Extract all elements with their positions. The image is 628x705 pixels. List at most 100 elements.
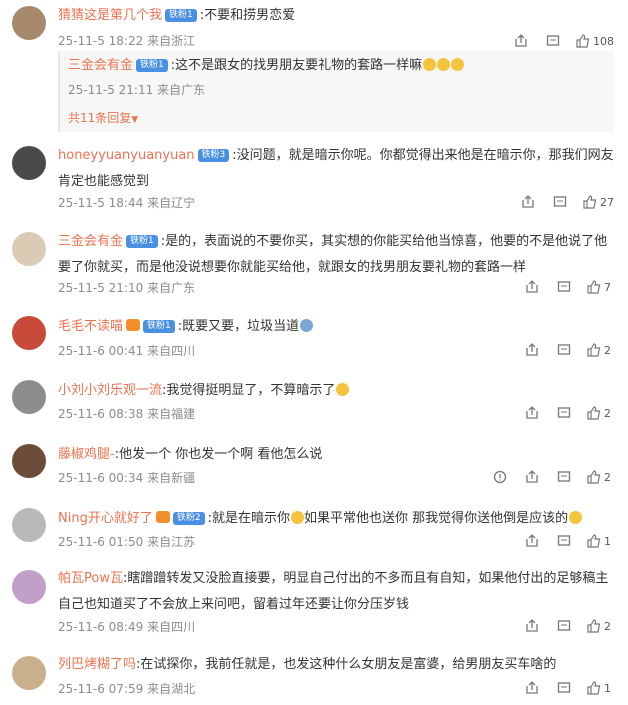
share-icon[interactable]: [519, 277, 545, 297]
reply-location: 来自广东: [157, 83, 206, 97]
comment-icon[interactable]: [551, 277, 577, 297]
fan-badge: 铁粉3: [197, 149, 230, 162]
comment-meta: 25-11-6 08:49 来自四川: [58, 618, 195, 635]
comment-meta: 25-11-5 18:22 来自浙江: [58, 32, 195, 49]
comment-time: 25-11-5 18:22: [58, 34, 144, 48]
like-button[interactable]: 7: [587, 280, 614, 294]
comment-username[interactable]: 猜猜这是第几个我: [58, 8, 162, 23]
comment-text-continued: 如果平常他也送你 那我觉得你送他倒是应该的: [303, 511, 569, 526]
comment-location: 来自湖北: [147, 682, 196, 696]
comment-time: 25-11-6 07:59: [58, 682, 144, 696]
like-button[interactable]: 2: [587, 406, 614, 420]
comment-time: 25-11-5 18:44: [58, 196, 144, 210]
comment-text: :他发一个 你也发一个啊 看他怎么说: [114, 447, 323, 462]
emoji-icon: [423, 58, 437, 71]
comment-time: 25-11-6 00:34: [58, 471, 144, 485]
thumbs-up-icon: [583, 195, 597, 209]
avatar[interactable]: [12, 570, 46, 604]
comment-item: honeyyuanyuanyuan 铁粉3:没问题，就是暗示你呢。你都觉得出来他是…: [0, 140, 628, 216]
share-icon[interactable]: [519, 678, 545, 698]
comment-item: 三金会有金 铁粉1:是的，表面说的不要你买，其实想的你能买给他当惊喜，他要的不是他…: [0, 226, 628, 302]
comment-time: 25-11-6 01:50: [58, 535, 144, 549]
emoji-icon: [336, 383, 350, 396]
comment-meta: 25-11-5 21:10 来自广东: [58, 279, 195, 296]
comment-icon[interactable]: [551, 403, 577, 423]
share-icon[interactable]: [519, 340, 545, 360]
like-count: 1: [604, 534, 611, 548]
comment-icon[interactable]: [551, 467, 577, 487]
comment-username[interactable]: Ning开心就好了: [58, 511, 153, 526]
comment-location: 来自广东: [147, 281, 196, 295]
avatar[interactable]: [12, 380, 46, 414]
share-icon[interactable]: [515, 192, 541, 212]
avatar[interactable]: [12, 316, 46, 350]
avatar[interactable]: [12, 6, 46, 40]
like-button[interactable]: 27: [583, 195, 614, 209]
comment-username[interactable]: 列巴烤糊了吗: [58, 657, 136, 672]
like-count: 7: [604, 280, 611, 294]
emoji-icon: [437, 58, 451, 71]
thumbs-up-icon: [587, 280, 601, 294]
thumbs-up-icon: [587, 534, 601, 548]
comment-username[interactable]: 毛毛不读喵: [58, 319, 123, 334]
share-icon[interactable]: [519, 467, 545, 487]
comment-location: 来自浙江: [147, 34, 196, 48]
fan-icon: [155, 511, 170, 523]
more-replies-link[interactable]: 共11条回复▼: [68, 109, 138, 126]
comment-icon[interactable]: [551, 678, 577, 698]
reply-text: :这不是跟女的找男朋友要礼物的套路一样嘛: [170, 58, 423, 73]
like-button[interactable]: 2: [587, 343, 614, 357]
share-icon[interactable]: [519, 616, 545, 636]
like-count: 1: [604, 681, 611, 695]
comment-icon[interactable]: [551, 616, 577, 636]
comment-username[interactable]: 藤椒鸡腿-: [58, 447, 115, 462]
comment-meta: 25-11-6 08:38 来自福建: [58, 405, 195, 422]
share-icon[interactable]: [508, 31, 534, 51]
like-button[interactable]: 1: [587, 681, 614, 695]
like-button[interactable]: 108: [576, 34, 614, 48]
comment-item: 猜猜这是第几个我 铁粉1:不要和捞男恋爱 25-11-5 18:22 来自浙江 1…: [0, 0, 628, 140]
comment-meta: 25-11-6 00:34 来自新疆: [58, 469, 195, 486]
comment-item: 帕瓦Pow瓦:瞎蹭蹭转发又没脸直接要，明显自己付出的不多而且有自知，如果他付出的…: [0, 566, 628, 644]
comment-username[interactable]: 小刘小刘乐观一流: [58, 383, 162, 398]
emoji-icon: [451, 58, 465, 71]
comment-icon[interactable]: [551, 531, 577, 551]
thumbs-up-icon: [587, 470, 601, 484]
like-count: 2: [604, 343, 611, 357]
comment-item: Ning开心就好了 铁粉2:就是在暗示你 如果平常他也送你 那我觉得你送他倒是应该的…: [0, 504, 628, 560]
comment-username[interactable]: 三金会有金: [58, 234, 123, 249]
comment-location: 来自江苏: [147, 535, 196, 549]
comment-item: 列巴烤糊了吗:在试探你，我前任就是，也发这种什么女朋友是富婆，给男朋友买车啥的 …: [0, 652, 628, 705]
comment-icon[interactable]: [551, 340, 577, 360]
comment-icon[interactable]: [540, 31, 566, 51]
like-count: 27: [600, 195, 614, 209]
reply-username[interactable]: 三金会有金: [68, 58, 133, 73]
avatar[interactable]: [12, 146, 46, 180]
thumbs-up-icon: [587, 681, 601, 695]
thumbs-up-icon: [587, 406, 601, 420]
like-count: 2: [604, 470, 611, 484]
avatar[interactable]: [12, 508, 46, 542]
comment-location: 来自四川: [147, 620, 196, 634]
share-icon[interactable]: [519, 531, 545, 551]
avatar[interactable]: [12, 232, 46, 266]
comment-location: 来自四川: [147, 344, 196, 358]
avatar[interactable]: [12, 444, 46, 478]
comment-meta: 25-11-5 18:44 来自辽宁: [58, 194, 195, 211]
comment-time: 25-11-6 08:49: [58, 620, 144, 634]
caret-down-icon: ▼: [131, 115, 139, 125]
avatar[interactable]: [12, 656, 46, 690]
like-button[interactable]: 2: [587, 470, 614, 484]
comment-icon[interactable]: [547, 192, 573, 212]
like-button[interactable]: 1: [587, 534, 614, 548]
comment-item: 小刘小刘乐观一流:我觉得挺明显了，不算暗示了 25-11-6 08:38 来自福…: [0, 376, 628, 432]
like-button[interactable]: 2: [587, 619, 614, 633]
report-icon[interactable]: [487, 467, 513, 487]
comment-username[interactable]: honeyyuanyuanyuan: [58, 148, 195, 163]
comment-meta: 25-11-6 07:59 来自湖北: [58, 680, 195, 697]
comment-meta: 25-11-6 00:41 来自四川: [58, 342, 195, 359]
like-count: 2: [604, 619, 611, 633]
share-icon[interactable]: [519, 403, 545, 423]
reply-time: 25-11-5 21:11: [68, 83, 154, 97]
comment-username[interactable]: 帕瓦Pow瓦: [58, 571, 123, 586]
